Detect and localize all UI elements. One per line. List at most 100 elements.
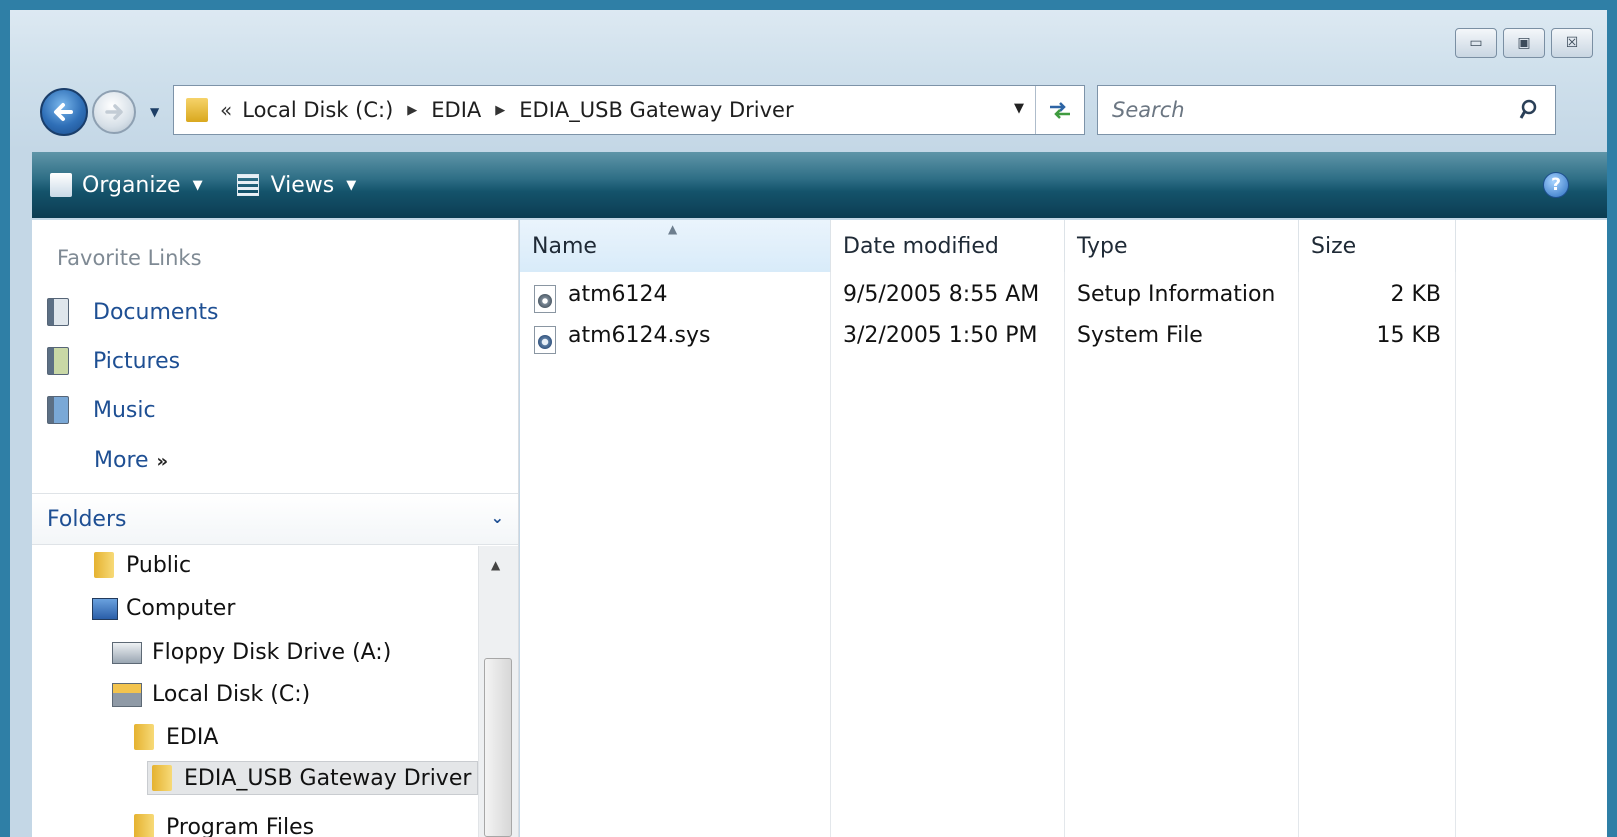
- folder-icon: [134, 724, 154, 750]
- tree-item-edia[interactable]: EDIA: [134, 724, 218, 750]
- floppy-drive-icon: [112, 641, 142, 664]
- chevron-down-icon: ▼: [192, 177, 203, 193]
- breadcrumb-edia-usb-gateway-driver[interactable]: EDIA_USB Gateway Driver: [519, 98, 793, 122]
- command-bar: Organize ▼ Views ▼ ?: [32, 152, 1607, 218]
- tree-item-label: Computer: [126, 596, 236, 621]
- search-icon[interactable]: [1519, 98, 1543, 122]
- file-list: Name ▲ Date modified Type Size atm6124 9…: [520, 220, 1607, 837]
- breadcrumb-separator-icon[interactable]: ▶: [495, 103, 505, 118]
- close-icon: ☒: [1565, 35, 1579, 51]
- close-button[interactable]: ☒: [1551, 28, 1593, 58]
- favorite-link-label: Documents: [93, 299, 219, 325]
- file-date-modified: 3/2/2005 1:50 PM: [843, 323, 1038, 348]
- chevron-down-icon[interactable]: ⌄: [491, 508, 504, 527]
- back-button[interactable]: [40, 88, 88, 136]
- search-input[interactable]: [1110, 97, 1494, 123]
- organize-menu[interactable]: Organize ▼: [50, 173, 203, 198]
- tree-item-local-disk[interactable]: Local Disk (C:): [112, 682, 310, 707]
- window-controls: ▭ ▣ ☒: [1455, 28, 1593, 58]
- file-size: 2 KB: [1390, 282, 1441, 307]
- search-box[interactable]: [1097, 85, 1556, 135]
- music-icon: [47, 396, 69, 424]
- organize-icon: [50, 173, 72, 197]
- address-bar[interactable]: « Local Disk (C:) ▶ EDIA ▶ EDIA_USB Gate…: [173, 85, 1085, 135]
- chevron-down-icon: ▼: [346, 177, 357, 193]
- forward-button[interactable]: [92, 90, 136, 134]
- breadcrumb-local-disk[interactable]: Local Disk (C:): [242, 98, 393, 122]
- breadcrumb-separator-icon[interactable]: ▶: [407, 103, 417, 118]
- minimize-button[interactable]: ▭: [1455, 28, 1497, 58]
- pictures-icon: [47, 347, 69, 375]
- folder-tree: Public Computer Floppy Disk Drive (A:) L…: [32, 546, 479, 837]
- folders-title: Folders: [47, 507, 127, 532]
- file-row[interactable]: atm6124 9/5/2005 8:55 AM Setup Informati…: [520, 282, 1607, 322]
- address-overflow-button[interactable]: «: [220, 98, 232, 122]
- column-header-size[interactable]: Size: [1299, 220, 1456, 272]
- file-type: System File: [1077, 323, 1203, 348]
- tree-item-program-files[interactable]: Program Files: [134, 814, 314, 837]
- file-name: atm6124: [568, 282, 668, 307]
- tree-item-label: Local Disk (C:): [152, 682, 311, 707]
- column-header-label: Date modified: [843, 234, 999, 259]
- file-size: 15 KB: [1376, 323, 1441, 348]
- tree-item-label: EDIA: [166, 724, 219, 750]
- tree-item-edia-usb-gateway-driver[interactable]: EDIA_USB Gateway Driver: [147, 761, 479, 795]
- folder-icon: [134, 814, 154, 837]
- views-label: Views: [270, 172, 335, 198]
- maximize-button[interactable]: ▣: [1503, 28, 1545, 58]
- favorite-links-title: Favorite Links: [57, 246, 202, 270]
- more-link[interactable]: More »: [94, 448, 168, 473]
- explorer-window: ▭ ▣ ☒ ▼ « Local Disk (C:) ▶ EDIA ▶ EDIA_…: [10, 10, 1607, 837]
- file-date-modified: 9/5/2005 8:55 AM: [843, 282, 1040, 307]
- favorite-link-music[interactable]: Music: [47, 396, 156, 424]
- folder-icon: [152, 765, 172, 791]
- column-header-date-modified[interactable]: Date modified: [831, 220, 1065, 272]
- folders-header[interactable]: Folders ⌄: [32, 493, 518, 545]
- sort-ascending-icon: ▲: [668, 222, 678, 236]
- documents-icon: [47, 298, 69, 326]
- folder-icon: [94, 552, 114, 578]
- column-header-type[interactable]: Type: [1065, 220, 1299, 272]
- views-menu[interactable]: Views ▼: [236, 172, 357, 198]
- address-dropdown-icon[interactable]: ▼: [1014, 101, 1024, 116]
- scroll-up-icon[interactable]: ▲: [491, 558, 500, 572]
- tree-item-label: Public: [126, 552, 192, 578]
- recent-pages-dropdown-icon[interactable]: ▼: [150, 105, 159, 119]
- setup-information-icon: [534, 285, 556, 313]
- tree-item-computer[interactable]: Computer: [92, 596, 235, 621]
- breadcrumb-edia[interactable]: EDIA: [431, 98, 481, 122]
- tree-item-label: Floppy Disk Drive (A:): [152, 640, 392, 665]
- file-name: atm6124.sys: [568, 323, 711, 348]
- help-button[interactable]: ?: [1543, 172, 1569, 198]
- tree-item-public[interactable]: Public: [94, 552, 191, 578]
- favorite-link-pictures[interactable]: Pictures: [47, 347, 180, 375]
- minimize-icon: ▭: [1469, 35, 1483, 51]
- hard-drive-icon: [112, 682, 142, 707]
- column-header-name[interactable]: Name ▲: [520, 220, 831, 272]
- views-icon: [236, 174, 259, 196]
- double-chevron-icon: »: [156, 451, 169, 472]
- tree-item-label: EDIA_USB Gateway Driver: [184, 765, 472, 791]
- forward-arrow-icon: [105, 104, 123, 120]
- refresh-button[interactable]: [1035, 86, 1084, 134]
- column-header-row: Name ▲ Date modified Type Size: [520, 220, 1607, 272]
- maximize-icon: ▣: [1517, 35, 1531, 51]
- file-type: Setup Information: [1077, 282, 1276, 307]
- column-header-label: Name: [532, 234, 597, 259]
- favorite-link-label: Pictures: [93, 348, 181, 374]
- refresh-icon: [1050, 102, 1070, 119]
- scrollbar-thumb[interactable]: [484, 658, 512, 837]
- system-file-icon: [534, 326, 556, 354]
- column-header-label: Type: [1077, 234, 1128, 259]
- organize-label: Organize: [82, 172, 181, 198]
- more-label: More: [94, 448, 149, 473]
- column-header-label: Size: [1311, 234, 1357, 259]
- tree-scrollbar[interactable]: ▲: [478, 546, 518, 837]
- computer-icon: [92, 597, 118, 620]
- favorite-link-documents[interactable]: Documents: [47, 298, 218, 326]
- favorite-link-label: Music: [93, 397, 156, 423]
- navigation-pane: Favorite Links Documents Pictures Music …: [32, 220, 519, 837]
- tree-item-floppy-disk-drive[interactable]: Floppy Disk Drive (A:): [112, 640, 391, 665]
- folder-icon: [186, 98, 208, 122]
- file-row[interactable]: atm6124.sys 3/2/2005 1:50 PM System File…: [520, 323, 1607, 363]
